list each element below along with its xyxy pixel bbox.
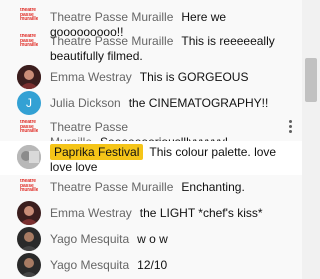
chat-message-highlighted: Paprika Festival This colour palette. lov… [0,141,302,175]
emma-avatar[interactable] [17,201,41,225]
message-text: the LIGHT *chef's kiss* [139,206,263,220]
yago-avatar[interactable] [17,227,41,251]
author-name[interactable]: Theatre Passe Muraille [50,180,173,194]
emma-avatar[interactable] [17,65,41,89]
paprika-avatar[interactable] [17,145,41,169]
profile-photo-icon [17,201,41,225]
chat-message: J Julia Dickson the CINEMATOGRAPHY!! [0,90,302,116]
profile-photo-icon [17,253,41,277]
scrollbar-thumb[interactable] [305,58,317,102]
chat-message: theatre passe muraille Theatre Passe Mur… [0,116,302,149]
profile-photo-icon [17,65,41,89]
theatre-logo-avatar[interactable]: theatre passe muraille [20,179,38,197]
profile-photo-icon [17,227,41,251]
theatre-logo-avatar[interactable]: theatre passe muraille [20,120,38,138]
author-name[interactable]: Julia Dickson [50,96,121,110]
julia-avatar[interactable]: J [17,91,41,115]
yago-avatar[interactable] [17,253,41,277]
more-options-icon[interactable] [289,120,293,135]
chat-message: Yago Mesquita 12/10 [0,252,302,278]
chat-message: Emma Westray the LIGHT *chef's kiss* [0,200,302,226]
author-name[interactable]: Emma Westray [50,70,132,84]
author-name[interactable]: Emma Westray [50,206,132,220]
author-name[interactable]: Theatre Passe Muraille [50,34,173,48]
author-name[interactable]: Yago Mesquita [50,258,129,272]
chat-message: theatre passe muraille Theatre Passe Mur… [0,176,302,202]
theatre-logo-avatar[interactable]: theatre passe muraille [20,34,38,52]
chat-message: theatre passe muraille Theatre Passe Mur… [0,4,302,39]
message-text: the CINEMATOGRAPHY!! [128,96,269,110]
chat-scrollbar[interactable] [302,0,320,279]
theatre-logo-avatar[interactable]: theatre passe muraille [20,8,38,26]
author-name[interactable]: Yago Mesquita [50,232,129,246]
message-text: Enchanting. [181,180,245,194]
chat-message: Emma Westray This is GORGEOUS [0,64,302,90]
chat-message: Yago Mesquita w o w [0,226,302,252]
profile-photo-icon [17,145,41,169]
message-text: This is GORGEOUS [139,70,249,84]
author-name[interactable]: Paprika Festival [50,144,144,160]
live-chat-list: theatre passe muraille Theatre Passe Mur… [0,0,302,279]
message-text: w o w [137,232,168,246]
author-name[interactable]: Theatre Passe Muraille [50,10,173,24]
message-text: 12/10 [137,258,168,272]
